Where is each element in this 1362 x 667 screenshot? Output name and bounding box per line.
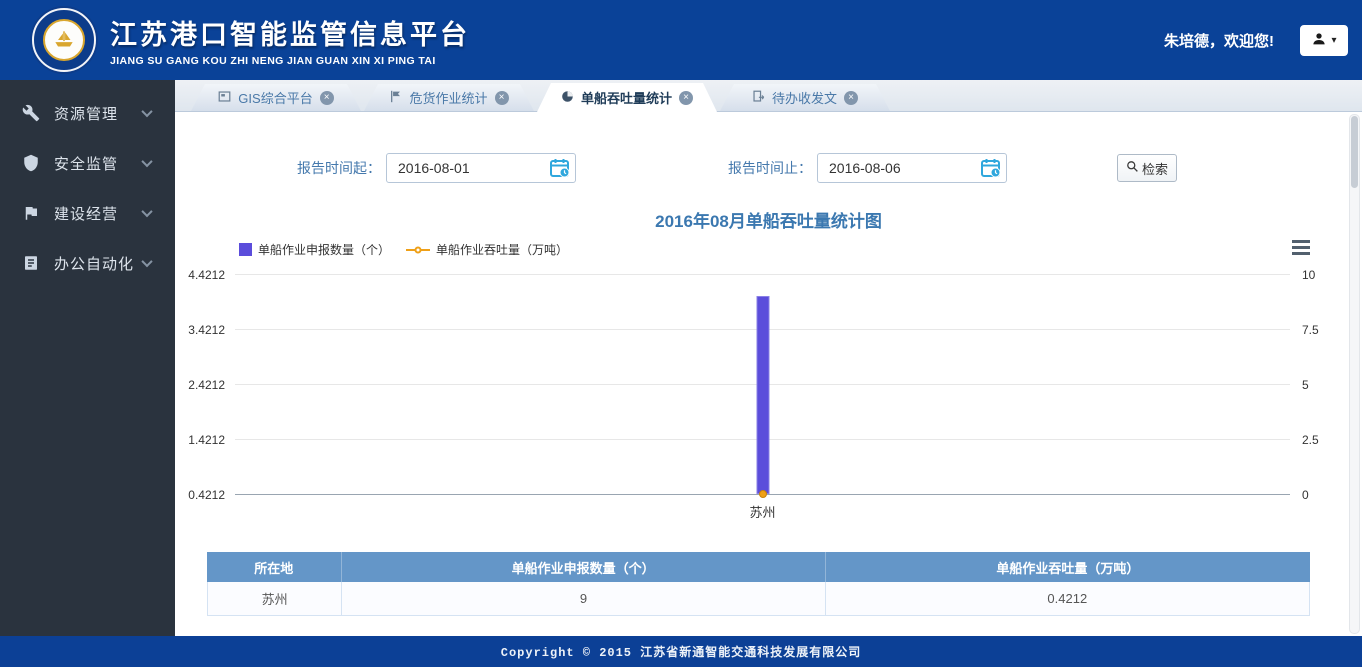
search-button[interactable]: 检索 <box>1117 154 1177 182</box>
filter-row: 报告时间起： 报告时间止： <box>175 153 1362 183</box>
table-header-cell: 单船作业申报数量（个） <box>342 552 826 582</box>
table-header-row: 所在地 单船作业申报数量（个） 单船作业吞吐量（万吨） <box>207 552 1310 582</box>
header: 江苏港口智能监管信息平台 JIANG SU GANG KOU ZHI NENG … <box>0 0 1362 80</box>
tab-label: 待办收发文 <box>772 88 837 107</box>
chart-toolbox-icon[interactable] <box>1290 238 1312 257</box>
flag-icon <box>20 202 42 224</box>
sidebar: 资源管理 安全监管 建设经营 办公自动化 <box>0 80 175 636</box>
y-axis-right-tick: 5 <box>1302 378 1309 392</box>
sidebar-item-safety-supervision[interactable]: 安全监管 <box>0 138 175 188</box>
calendar-icon[interactable] <box>980 157 1002 179</box>
vertical-scrollbar[interactable] <box>1349 114 1360 634</box>
tab-bar: GIS综合平台 × 危货作业统计 × 单船吞吐量统计 × <box>175 80 1362 112</box>
content-panel: 报告时间起： 报告时间止： <box>175 112 1362 636</box>
footer: Copyright © 2015 江苏省新通智能交通科技发展有限公司 <box>0 636 1362 667</box>
table-header-cell: 所在地 <box>207 552 342 582</box>
tab-single-ship-throughput[interactable]: 单船吞吐量统计 × <box>537 83 717 112</box>
search-button-label: 检索 <box>1142 159 1168 178</box>
search-icon <box>1126 160 1139 176</box>
calendar-icon[interactable] <box>549 157 571 179</box>
chart-line-point <box>759 490 767 498</box>
header-right: 朱培德，欢迎您! ▾ <box>1164 25 1348 56</box>
close-icon[interactable]: × <box>679 91 693 105</box>
legend-line-label: 单船作业吞吐量（万吨） <box>436 241 568 258</box>
sidebar-item-label: 资源管理 <box>54 103 118 124</box>
legend-item-line-series[interactable]: 单船作业吞吐量（万吨） <box>406 241 568 258</box>
tab-label: 单船吞吐量统计 <box>581 88 672 107</box>
logo-ship-icon <box>43 19 85 61</box>
summary-table: 所在地 单船作业申报数量（个） 单船作业吞吐量（万吨） 苏州 9 0.4212 <box>207 552 1310 616</box>
chevron-down-icon <box>141 156 152 167</box>
platform-logo-icon <box>32 8 96 72</box>
shield-icon <box>20 152 42 174</box>
table-cell: 0.4212 <box>826 582 1309 615</box>
y-axis-left-tick: 0.4212 <box>188 488 225 502</box>
report-end-input[interactable] <box>817 153 1007 183</box>
main-area: GIS综合平台 × 危货作业统计 × 单船吞吐量统计 × <box>175 80 1362 636</box>
sidebar-item-office-automation[interactable]: 办公自动化 <box>0 238 175 288</box>
scrollbar-thumb[interactable] <box>1351 116 1358 188</box>
y-axis-right-tick: 0 <box>1302 488 1309 502</box>
close-icon[interactable]: × <box>320 91 334 105</box>
sidebar-item-label: 安全监管 <box>54 153 118 174</box>
y-axis-right-tick: 10 <box>1302 268 1315 282</box>
table-cell: 9 <box>342 582 825 615</box>
close-icon[interactable]: × <box>495 91 509 105</box>
table-row: 苏州 9 0.4212 <box>207 582 1310 616</box>
chart-title: 2016年08月单船吞吐量统计图 <box>175 207 1362 232</box>
report-start-label: 报告时间起： <box>297 158 381 178</box>
report-end-field <box>817 153 1007 183</box>
pie-chart-icon <box>561 90 574 106</box>
tab-label: 危货作业统计 <box>409 88 487 107</box>
platform-subtitle: JIANG SU GANG KOU ZHI NENG JIAN GUAN XIN… <box>110 55 470 67</box>
wrench-icon <box>20 102 42 124</box>
chevron-down-icon <box>141 106 152 117</box>
chart-bar <box>756 296 769 494</box>
gridline: 4.4212 10 <box>235 274 1290 275</box>
chart-plot: 4.4212 10 3.4212 7.5 2.4212 5 1.4212 2.5… <box>235 274 1290 494</box>
map-icon <box>218 90 231 106</box>
report-start-input[interactable] <box>386 153 576 183</box>
user-menu-button[interactable]: ▾ <box>1300 25 1348 56</box>
table-cell: 苏州 <box>208 582 342 615</box>
legend-bar-swatch <box>239 243 252 256</box>
close-icon[interactable]: × <box>844 91 858 105</box>
sidebar-item-label: 建设经营 <box>54 203 118 224</box>
y-axis-left-tick: 4.4212 <box>188 268 225 282</box>
platform-title: 江苏港口智能监管信息平台 <box>110 13 470 52</box>
legend-line-dot <box>415 246 422 253</box>
copyright-text: Copyright © 2015 江苏省新通智能交通科技发展有限公司 <box>501 643 861 660</box>
tab-label: GIS综合平台 <box>238 88 312 107</box>
y-axis-left-tick: 3.4212 <box>188 323 225 337</box>
sidebar-item-construction-operation[interactable]: 建设经营 <box>0 188 175 238</box>
legend-line-swatch <box>406 249 430 251</box>
chevron-down-icon <box>141 256 152 267</box>
y-axis-right-tick: 2.5 <box>1302 433 1319 447</box>
x-axis-category: 苏州 <box>749 502 775 521</box>
flag-icon <box>389 90 402 106</box>
sidebar-item-resource-management[interactable]: 资源管理 <box>0 88 175 138</box>
document-icon <box>20 252 42 274</box>
legend-item-bar-series[interactable]: 单船作业申报数量（个） <box>239 241 390 258</box>
send-document-icon <box>752 90 765 106</box>
legend-bar-label: 单船作业申报数量（个） <box>258 241 390 258</box>
user-greeting: 朱培德，欢迎您! <box>1164 30 1274 51</box>
brand-block: 江苏港口智能监管信息平台 JIANG SU GANG KOU ZHI NENG … <box>110 13 470 67</box>
y-axis-right-tick: 7.5 <box>1302 323 1319 337</box>
chevron-down-icon <box>141 206 152 217</box>
tab-dangerous-cargo-stats[interactable]: 危货作业统计 × <box>364 84 534 111</box>
y-axis-left-tick: 2.4212 <box>188 378 225 392</box>
report-start-field <box>386 153 576 183</box>
chart-legend: 单船作业申报数量（个） 单船作业吞吐量（万吨） <box>175 241 1362 258</box>
caret-down-icon: ▾ <box>1331 35 1336 46</box>
tab-gis-platform[interactable]: GIS综合平台 × <box>191 84 361 111</box>
user-icon <box>1311 31 1327 50</box>
sidebar-item-label: 办公自动化 <box>54 253 134 274</box>
y-axis-left-tick: 1.4212 <box>188 433 225 447</box>
table-header-cell: 单船作业吞吐量（万吨） <box>826 552 1310 582</box>
tab-pending-documents[interactable]: 待办收发文 × <box>720 84 890 111</box>
report-end-label: 报告时间止： <box>728 158 812 178</box>
